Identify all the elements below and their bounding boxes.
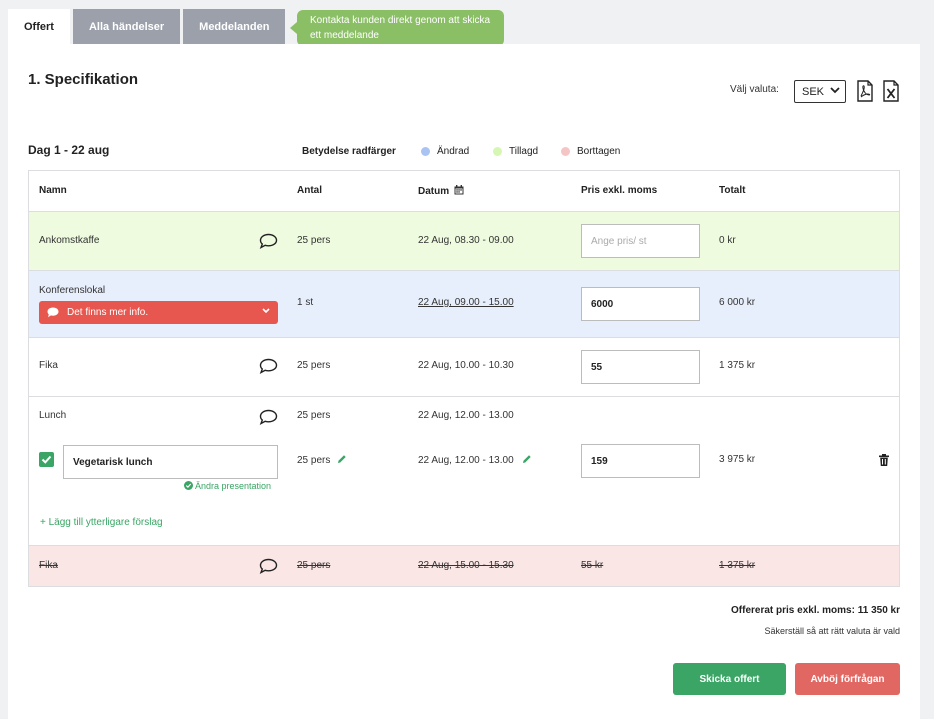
send-offer-button[interactable]: Skicka offert [673,663,786,695]
row-name: Konferenslokal [39,285,106,296]
tab-bar: Offert Alla händelser Meddelanden [8,9,288,45]
table-row-fika-removed: Fika 25 pers 22 Aug, 15.00 - 15.30 55 kr… [29,546,899,586]
message-icon [47,307,59,318]
decline-request-button[interactable]: Avböj förfrågan [795,663,900,695]
add-suggestion-link[interactable]: + Lägg till ytterligare förslag [40,517,163,528]
excel-export-icon[interactable] [882,80,900,102]
legend-title: Betydelse radfärger [302,146,396,157]
row-qty: 25 pers [297,410,331,421]
option-price-input[interactable]: 159 [581,444,700,478]
row-total: 0 kr [719,235,736,246]
price-input[interactable]: 6000 [581,287,700,321]
legend-label: Ändrad [437,146,470,157]
row-qty: 1 st [297,297,314,308]
check-icon [41,455,52,464]
day-title: Dag 1 - 22 aug [28,143,110,157]
row-qty: 25 pers [297,235,331,246]
col-total: Totalt [719,185,746,196]
row-date: 22 Aug, 15.00 - 15.30 [418,560,514,571]
tab-meddelanden[interactable]: Meddelanden [183,9,286,45]
offer-total: Offererat pris exkl. moms: 11 350 kr [731,605,900,616]
more-info-label: Det finns mer info. [67,307,149,318]
row-date: 22 Aug, 08.30 - 09.00 [418,235,514,246]
table-row-fika: Fika 25 pers 22 Aug, 10.00 - 10.30 55 1 … [29,338,899,397]
currency-note: Säkerställ så att rätt valuta är vald [764,626,900,636]
table-row-lunch: Lunch 25 pers 22 Aug, 12.00 - 13.00 Vege… [29,397,899,546]
spec-table: Namn Antal Datum Pris exkl. moms Totalt … [28,170,900,587]
option-name-input[interactable]: Vegetarisk lunch [63,445,278,479]
row-date: 22 Aug, 10.00 - 10.30 [418,360,514,371]
col-date-label: Datum [418,186,450,197]
row-date: 22 Aug, 12.00 - 13.00 [418,410,514,421]
row-name: Lunch [39,410,67,421]
col-price: Pris exkl. moms [581,185,658,196]
legend-dot [493,147,502,156]
pdf-export-icon[interactable] [856,80,874,102]
table-row-konferenslokal: Konferenslokal Det finns mer info. 1 st … [29,271,899,338]
tab-offert[interactable]: Offert [8,9,70,45]
col-name: Namn [39,185,67,196]
option-qty-value: 25 pers [297,455,331,466]
row-name: Fika [39,360,58,371]
trash-icon[interactable] [879,454,889,466]
table-row-ankomstkaffe: Ankomstkaffe 25 pers 22 Aug, 08.30 - 09.… [29,212,899,271]
chevron-down-icon [830,87,840,94]
legend-item-andrad: Ändrad [421,146,469,157]
calendar-icon [454,185,464,195]
row-qty: 25 pers [297,360,331,371]
tab-alla-handelser[interactable]: Alla händelser [72,9,181,45]
comment-icon[interactable] [259,558,278,574]
price-input[interactable]: Ange pris/ st [581,224,700,258]
row-qty: 25 pers [297,560,331,571]
legend-label: Borttagen [577,146,621,157]
table-header: Namn Antal Datum Pris exkl. moms Totalt [29,171,899,212]
check-circle-icon [184,481,193,490]
legend-item-tillagd: Tillagd [493,146,538,157]
col-qty: Antal [297,185,322,196]
row-name: Fika [39,560,58,571]
legend-item-borttagen: Borttagen [561,146,620,157]
price-input[interactable]: 55 [581,350,700,384]
legend-label: Tillagd [509,146,539,157]
chevron-down-icon [262,308,270,314]
option-total: 3 975 kr [719,454,756,465]
more-info-dropdown[interactable]: Det finns mer info. [39,301,278,324]
row-date: 22 Aug, 09.00 - 15.00 [418,297,514,308]
currency-select[interactable]: SEK [794,80,846,103]
pencil-icon[interactable] [337,454,347,464]
currency-value: SEK [802,85,825,98]
comment-icon[interactable] [259,409,278,425]
row-total: 1 375 kr [719,360,756,371]
row-total: 6 000 kr [719,297,756,308]
comment-icon[interactable] [259,358,278,374]
option-date-value: 22 Aug, 12.00 - 13.00 [418,455,514,466]
legend-dot [421,147,430,156]
option-checkbox[interactable] [39,452,54,467]
comment-icon[interactable] [259,233,278,249]
row-price: 55 kr [581,560,604,571]
option-qty: 25 pers [297,454,347,466]
change-presentation-link[interactable]: Ändra presentation [184,481,271,491]
message-tooltip: Kontakta kunden direkt genom att skicka … [290,10,504,46]
row-name: Ankomstkaffe [39,235,100,246]
pencil-icon[interactable] [522,454,532,464]
change-presentation-label: Ändra presentation [195,481,272,491]
row-total: 1 375 kr [719,560,756,571]
option-date: 22 Aug, 12.00 - 13.00 [418,454,532,466]
currency-label: Välj valuta: [730,84,779,95]
col-date: Datum [418,185,464,197]
section-title: 1. Specifikation [28,71,139,88]
legend-dot [561,147,570,156]
